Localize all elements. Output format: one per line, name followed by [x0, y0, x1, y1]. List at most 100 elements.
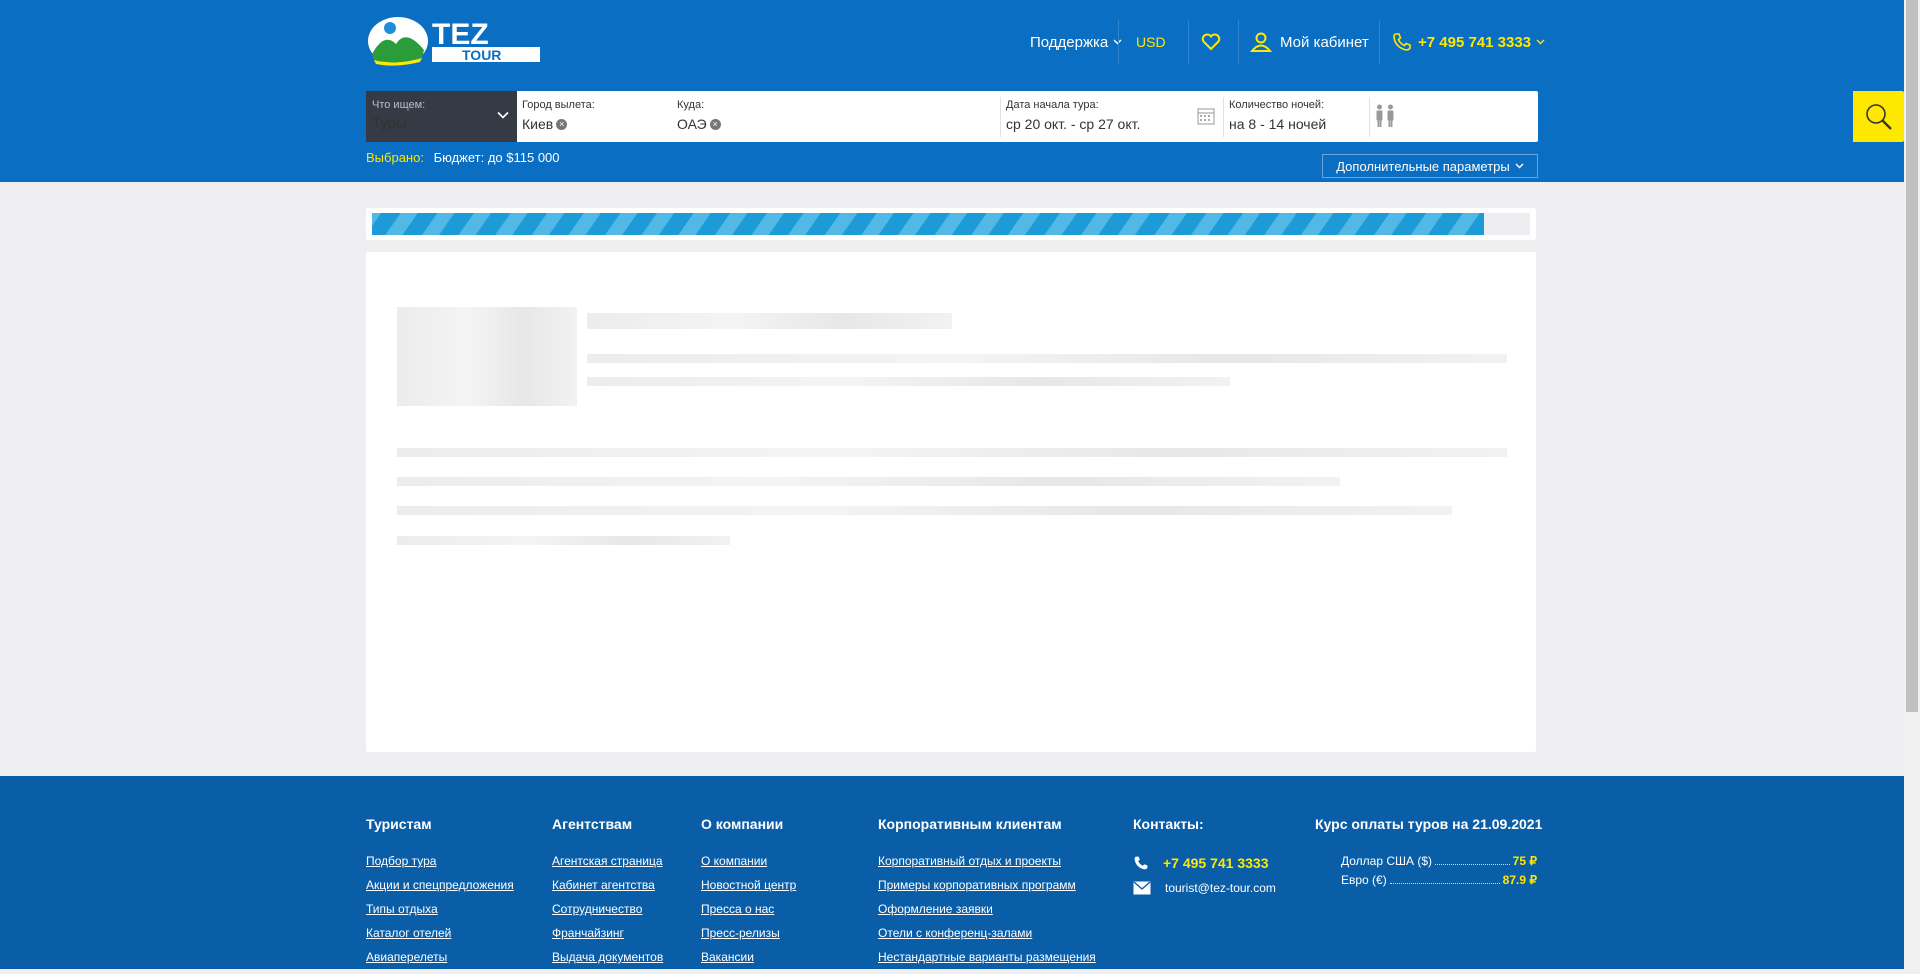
footer-col-agencies: Агентствам Агентская страница Кабинет аг… [552, 816, 663, 974]
footer-link[interactable]: Каталог отелей [366, 926, 514, 943]
rate-label: Доллар США ($) [1341, 854, 1433, 868]
footer-phone[interactable]: +7 495 741 3333 [1133, 854, 1276, 872]
footer-link[interactable]: О компании [701, 854, 796, 871]
start-date-value: ср 20 окт. - ср 27 окт. [1006, 116, 1141, 132]
search-type-label: Что ищем: [372, 99, 426, 111]
departure-city-value: Киев [522, 116, 554, 132]
skeleton-line [397, 536, 730, 545]
tourists-field[interactable] [1374, 104, 1396, 133]
footer-link[interactable]: Агентская страница [552, 854, 663, 871]
heart-icon [1201, 33, 1221, 51]
chevron-down-icon [1515, 163, 1524, 169]
chevron-down-icon [1536, 39, 1545, 45]
footer-heading: Контакты: [1133, 816, 1204, 832]
footer-heading: Курс оплаты туров на 21.09.2021 [1315, 816, 1543, 832]
skeleton-title [587, 313, 952, 329]
search-type-value: Туры [372, 115, 407, 132]
currency-switch[interactable]: USD [1136, 28, 1166, 56]
tour-search-form: Что ищем: Туры Город вылета: Киев × Куда… [366, 91, 1904, 142]
footer-col-contacts: Контакты: +7 495 741 3333 tourist@tez-to… [1133, 816, 1276, 904]
results-loading-card [366, 252, 1536, 752]
phone-icon [1134, 856, 1148, 870]
rate-value: 75 ₽ [1512, 854, 1537, 868]
rate-usd: Доллар США ($) 75 ₽ [1341, 854, 1537, 868]
nights-label: Количество ночей: [1229, 99, 1325, 111]
footer-link[interactable]: Пресс-релизы [701, 926, 796, 943]
start-date-label: Дата начала тура: [1006, 99, 1099, 111]
footer-heading: О компании [701, 816, 784, 832]
footer-link[interactable]: Подбор тура [366, 854, 514, 871]
chevron-down-icon [497, 111, 509, 119]
footer-link[interactable]: Примеры корпоративных программ [878, 878, 1096, 895]
footer-link[interactable]: Корпоративный отдых и проекты [878, 854, 1096, 871]
footer-link[interactable]: Сотрудничество [552, 902, 663, 919]
search-type-select[interactable]: Что ищем: Туры [366, 91, 517, 142]
search-icon [1865, 103, 1892, 130]
footer-heading: Агентствам [552, 816, 633, 832]
footer-link[interactable]: Франчайзинг [552, 926, 663, 943]
footer-link[interactable]: Кабинет агентства [552, 878, 663, 895]
destination-label: Куда: [677, 99, 705, 111]
search-progress [366, 208, 1536, 240]
page-scrollbar[interactable] [1904, 0, 1920, 969]
divider [1000, 97, 1001, 137]
phone-number: +7 495 741 3333 [1418, 33, 1532, 51]
footer-link[interactable]: Оформление заявки [878, 902, 1096, 919]
footer-link[interactable]: Отели с конференц-залами [878, 926, 1096, 943]
progress-bar-fill [372, 213, 1484, 235]
rate-label: Евро (€) [1341, 873, 1387, 887]
divider [1238, 20, 1239, 64]
footer-email-address: tourist@tez-tour.com [1165, 881, 1276, 895]
rate-eur: Евро (€) 87.9 ₽ [1341, 873, 1537, 887]
footer-heading: Туристам [366, 816, 432, 832]
divider [1379, 20, 1380, 64]
clear-icon[interactable]: × [556, 118, 568, 130]
footer-col-rates: Курс оплаты туров на 21.09.2021 Доллар С… [1315, 816, 1542, 892]
support-menu[interactable]: Поддержка [1030, 28, 1122, 56]
footer-link[interactable]: Новостной центр [701, 878, 796, 895]
footer-link[interactable]: Акции и спецпредложения [366, 878, 514, 895]
site-footer: Туристам Подбор тура Акции и спецпредлож… [0, 776, 1904, 969]
clear-icon[interactable]: × [709, 118, 721, 130]
nights-value: на 8 - 14 ночей [1229, 116, 1327, 132]
extra-params-button[interactable]: Дополнительные параметры [1322, 154, 1538, 178]
selected-label: Выбрано: [366, 150, 424, 165]
destination-value: ОАЭ [677, 116, 707, 132]
scrollbar-thumb[interactable] [1906, 0, 1918, 712]
dotted-leader [1435, 864, 1510, 865]
footer-link[interactable]: Авиаперелеты [366, 950, 514, 967]
travelers-icon [1376, 104, 1394, 127]
footer-link[interactable]: Пресса о нас [701, 902, 796, 919]
calendar-icon[interactable] [1197, 107, 1215, 125]
support-label: Поддержка [1030, 33, 1109, 51]
footer-email[interactable]: tourist@tez-tour.com [1133, 879, 1276, 897]
divider [1369, 97, 1370, 137]
footer-link[interactable]: Типы отдыха [366, 902, 514, 919]
divider [1188, 20, 1189, 64]
skeleton-line [397, 477, 1340, 486]
footer-link[interactable]: Нестандартные варианты размещения [878, 950, 1096, 967]
cabinet-link[interactable]: Мой кабинет [1250, 28, 1369, 56]
cabinet-label: Мой кабинет [1280, 33, 1369, 51]
footer-col-tourists: Туристам Подбор тура Акции и спецпредлож… [366, 816, 514, 974]
rate-value: 87.9 ₽ [1502, 873, 1537, 887]
user-icon [1250, 32, 1272, 52]
footer-col-corporate: Корпоративным клиентам Корпоративный отд… [878, 816, 1096, 974]
extra-params-label: Дополнительные параметры [1336, 158, 1510, 174]
divider [1223, 97, 1224, 137]
footer-link[interactable]: Выдача документов [552, 950, 663, 967]
tez-tour-logo[interactable]: TEZ TOUR [366, 14, 546, 66]
progress-track [372, 213, 1530, 235]
phone-icon [1393, 33, 1411, 51]
dotted-leader [1389, 883, 1500, 884]
envelope-icon [1133, 881, 1151, 895]
svg-text:TOUR: TOUR [462, 47, 501, 63]
budget-filter[interactable]: Бюджет: до $115 000 [434, 150, 560, 165]
skeleton-line [397, 506, 1452, 515]
footer-heading: Корпоративным клиентам [878, 816, 1062, 832]
favorites-button[interactable] [1201, 28, 1221, 56]
phone-menu[interactable]: +7 495 741 3333 [1392, 28, 1545, 56]
footer-phone-number: +7 495 741 3333 [1163, 855, 1269, 871]
search-button[interactable] [1853, 91, 1904, 142]
footer-link[interactable]: Вакансии [701, 950, 796, 967]
